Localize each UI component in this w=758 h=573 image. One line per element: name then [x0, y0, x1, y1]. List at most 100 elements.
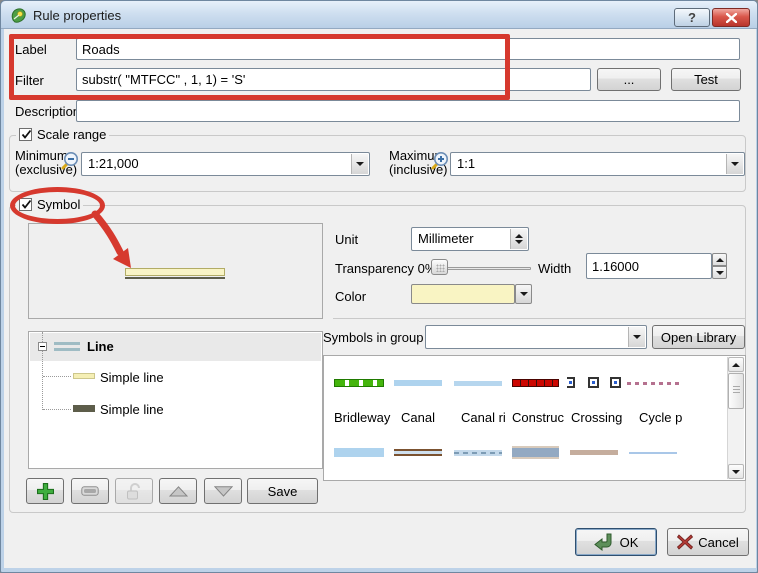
- symbol-legend: Symbol: [16, 197, 84, 212]
- tree-row-line[interactable]: [30, 333, 321, 361]
- symbol-gallery: Bridleway Canal Canal ri Construc Crossi…: [323, 355, 746, 481]
- divider: [333, 318, 745, 319]
- maximum-scale-dropdown-button[interactable]: [726, 154, 743, 174]
- minimum-scale-value: 1:21,000: [88, 156, 139, 171]
- triangle-up-icon: [168, 485, 188, 496]
- gallery-swatch-crossing[interactable]: [567, 377, 575, 388]
- chevron-down-icon: [715, 270, 724, 275]
- unit-spin-buttons[interactable]: [510, 229, 527, 249]
- save-symbol-label: Save: [267, 483, 298, 499]
- gallery-swatch[interactable]: [394, 449, 442, 456]
- scale-range-checkbox[interactable]: [19, 128, 32, 141]
- close-button[interactable]: [712, 8, 750, 27]
- zoom-in-icon: [431, 152, 448, 170]
- checkmark-icon: [21, 129, 32, 139]
- gallery-swatch-crossing[interactable]: [610, 377, 621, 388]
- save-symbol-button[interactable]: Save: [247, 478, 318, 504]
- symbols-in-group-combo[interactable]: [425, 325, 647, 349]
- symbol-preview-line-dark: [125, 277, 225, 279]
- cancel-button[interactable]: Cancel: [667, 528, 749, 556]
- gallery-swatch-cycle-path[interactable]: [627, 382, 679, 385]
- width-input[interactable]: [586, 253, 712, 279]
- window-title: Rule properties: [33, 8, 122, 23]
- tree-child-label[interactable]: Simple line: [100, 402, 164, 417]
- gallery-swatch-canal-river[interactable]: [454, 381, 502, 386]
- gallery-item-label[interactable]: Crossing: [571, 410, 622, 425]
- help-button[interactable]: ?: [674, 8, 710, 27]
- symbols-in-group-dropdown-button[interactable]: [628, 327, 645, 347]
- minimum-scale-dropdown-button[interactable]: [351, 154, 368, 174]
- simple-line-swatch-dark: [73, 405, 95, 412]
- gallery-swatch-crossing[interactable]: [588, 377, 599, 388]
- minimum-scale-combo[interactable]: 1:21,000: [81, 152, 370, 176]
- simple-line-swatch-yellow: [73, 373, 95, 379]
- cancel-label: Cancel: [698, 534, 739, 550]
- filter-input[interactable]: [76, 68, 591, 91]
- remove-symbol-layer-button[interactable]: [71, 478, 109, 504]
- gallery-item-label[interactable]: Canal: [401, 410, 435, 425]
- gallery-swatch-bridleway[interactable]: [334, 379, 384, 387]
- maximum-scale-combo[interactable]: 1:1: [450, 152, 745, 176]
- lock-layer-button[interactable]: [115, 478, 153, 504]
- description-field-caption: Description: [15, 104, 81, 119]
- transparency-slider-handle[interactable]: [431, 259, 448, 275]
- tree-child-label[interactable]: Simple line: [100, 370, 164, 385]
- move-layer-down-button[interactable]: [204, 478, 242, 504]
- expression-builder-label: ...: [623, 72, 635, 87]
- gallery-swatch-canal[interactable]: [394, 380, 442, 386]
- symbol-checkbox[interactable]: [19, 198, 32, 211]
- gallery-item-label[interactable]: Bridleway: [334, 410, 390, 425]
- gallery-item-label[interactable]: Cycle p: [639, 410, 682, 425]
- ok-arrow-icon: [593, 533, 612, 551]
- gallery-swatch[interactable]: [334, 448, 384, 457]
- gallery-swatch[interactable]: [570, 450, 618, 455]
- color-swatch-button[interactable]: [411, 284, 515, 304]
- tree-guide-line: [43, 409, 71, 410]
- symbol-preview-panel: [28, 223, 323, 319]
- unit-caption: Unit: [335, 232, 359, 247]
- symbols-in-group-caption: Symbols in group: [323, 330, 424, 345]
- gallery-item-label[interactable]: Canal ri: [461, 410, 506, 425]
- expression-builder-button[interactable]: ...: [597, 68, 661, 91]
- add-symbol-layer-button[interactable]: [26, 478, 64, 504]
- qgis-app-icon: [11, 8, 26, 23]
- tree-root-label: Line: [87, 339, 114, 354]
- tree-collapse-toggle[interactable]: [38, 342, 47, 351]
- scroll-up-button[interactable]: [728, 357, 744, 372]
- ok-label: OK: [619, 534, 639, 550]
- test-filter-button[interactable]: Test: [671, 68, 741, 91]
- color-dropdown-button[interactable]: [515, 284, 532, 304]
- gallery-swatch[interactable]: [454, 450, 502, 456]
- scroll-down-button[interactable]: [728, 464, 744, 479]
- ok-button[interactable]: OK: [575, 528, 657, 556]
- scale-range-title: Scale range: [37, 127, 107, 142]
- unit-combo[interactable]: Millimeter: [411, 227, 529, 251]
- triangle-down-icon: [213, 485, 233, 497]
- label-field-caption: Label: [15, 42, 47, 57]
- help-icon: ?: [688, 10, 696, 25]
- gallery-swatch[interactable]: [629, 452, 677, 454]
- scrollbar-thumb[interactable]: [728, 373, 744, 409]
- minus-icon: [81, 486, 99, 496]
- symbol-layer-tree: Line Simple line Simple line: [28, 331, 323, 469]
- width-spin-down[interactable]: [712, 266, 727, 279]
- open-library-label: Open Library: [660, 329, 737, 345]
- title-bar[interactable]: Rule properties ?: [1, 1, 757, 29]
- gallery-item-label[interactable]: Construc: [512, 410, 564, 425]
- filter-field-caption: Filter: [15, 73, 44, 88]
- gallery-swatch-construction[interactable]: [512, 379, 559, 387]
- gallery-swatch[interactable]: [512, 446, 559, 459]
- chevron-down-icon: [519, 292, 528, 296]
- move-layer-up-button[interactable]: [159, 478, 197, 504]
- chevron-down-icon: [633, 335, 641, 339]
- chevron-up-icon: [732, 362, 740, 367]
- label-input[interactable]: [76, 38, 740, 60]
- width-spin-up[interactable]: [712, 253, 727, 266]
- transparency-caption: Transparency 0%: [335, 261, 437, 276]
- chevron-up-icon: [715, 257, 724, 262]
- checkmark-icon: [21, 199, 32, 209]
- open-library-button[interactable]: Open Library: [652, 325, 745, 349]
- description-input[interactable]: [76, 100, 740, 122]
- chevron-down-icon: [515, 240, 523, 244]
- symbol-title: Symbol: [37, 197, 81, 212]
